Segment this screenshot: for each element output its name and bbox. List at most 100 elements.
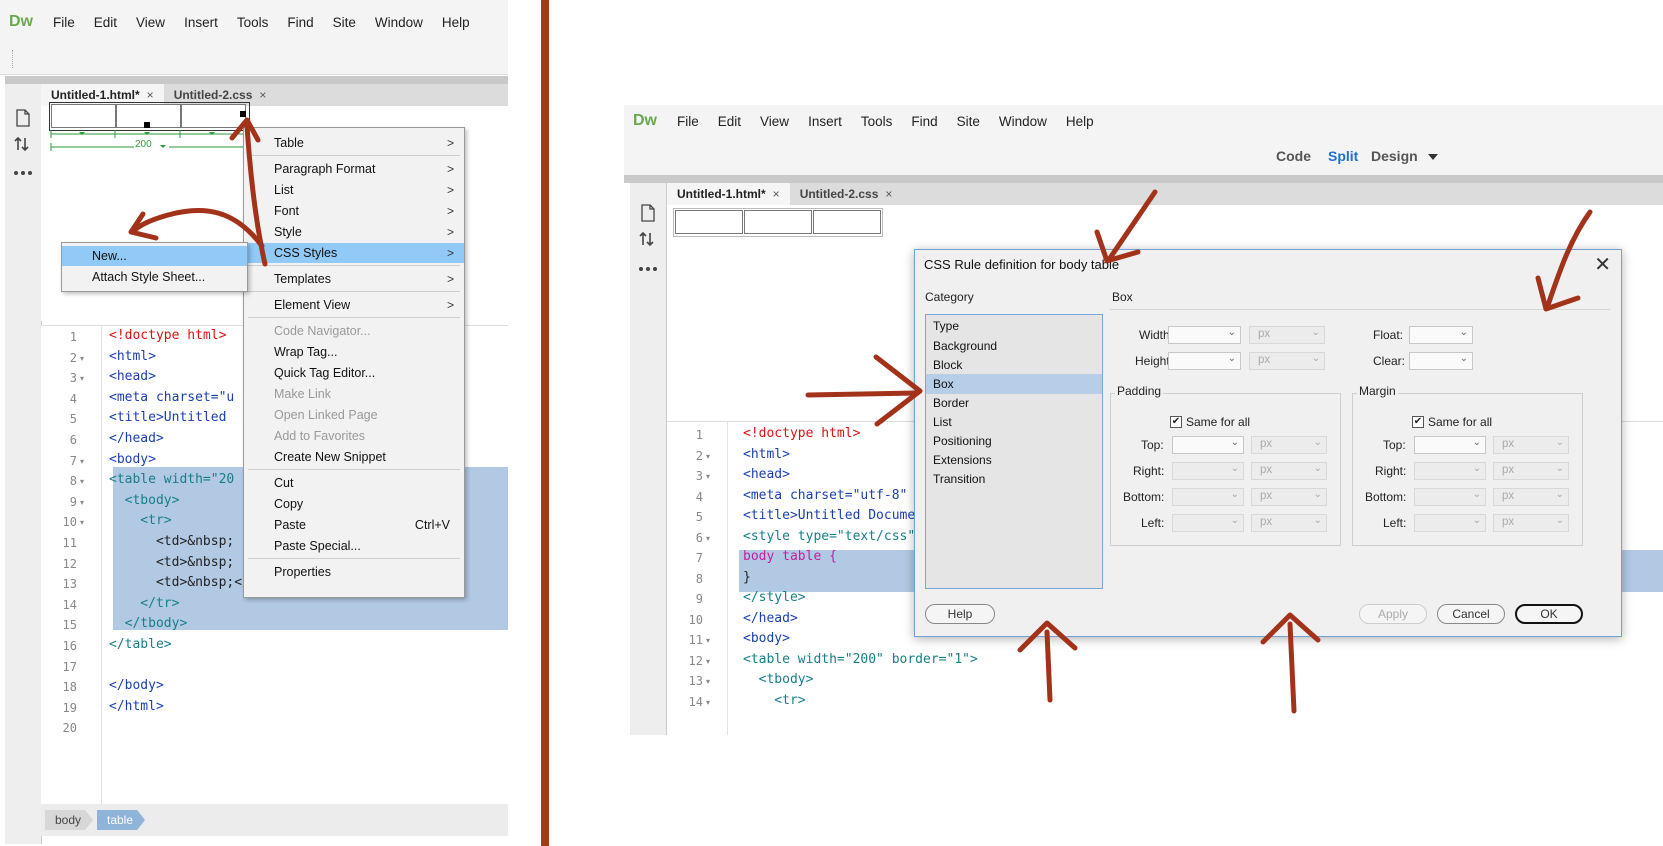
- menu-edit[interactable]: Edit: [94, 15, 117, 30]
- close-icon[interactable]: ×: [885, 183, 892, 205]
- table-cell[interactable]: [813, 210, 881, 234]
- table-cell[interactable]: [181, 104, 246, 128]
- fold-toggle-icon[interactable]: ▾: [706, 534, 710, 543]
- code-view-button[interactable]: Code: [1276, 148, 1311, 164]
- menu-item-table[interactable]: Table >: [244, 133, 464, 153]
- category-transition[interactable]: Transition: [926, 469, 1102, 489]
- more-icon[interactable]: [12, 168, 34, 178]
- menu-edit[interactable]: Edit: [718, 114, 741, 129]
- design-view-button[interactable]: Design: [1371, 148, 1418, 164]
- fold-toggle-icon[interactable]: ▾: [706, 698, 710, 707]
- category-list[interactable]: List: [926, 412, 1102, 432]
- fold-toggle-icon[interactable]: ▾: [80, 498, 84, 507]
- clear-select[interactable]: ⌄: [1409, 352, 1473, 370]
- menu-view[interactable]: View: [136, 15, 165, 30]
- menu-item-style[interactable]: Style >: [244, 222, 464, 242]
- ok-button[interactable]: OK: [1515, 604, 1583, 624]
- menu-view[interactable]: View: [760, 114, 789, 129]
- menu-item-cut[interactable]: Cut: [244, 473, 464, 493]
- menu-file[interactable]: File: [677, 114, 699, 129]
- fold-toggle-icon[interactable]: ▾: [706, 636, 710, 645]
- code-line: <td>&nbsp;: [109, 534, 235, 549]
- margin-same-checkbox[interactable]: ✔: [1412, 416, 1424, 428]
- menu-item-create-new-snippet[interactable]: Create New Snippet: [244, 447, 464, 467]
- category-box[interactable]: Box: [926, 374, 1102, 394]
- height-input[interactable]: ⌄: [1168, 352, 1241, 370]
- menu-item-element-view[interactable]: Element View >: [244, 295, 464, 315]
- tag-table[interactable]: table: [97, 810, 145, 830]
- fold-toggle-icon[interactable]: ▾: [706, 677, 710, 686]
- menu-insert[interactable]: Insert: [184, 15, 218, 30]
- file-transfer-icon[interactable]: [638, 229, 660, 249]
- padding-top-input[interactable]: ⌄: [1172, 436, 1244, 454]
- resize-handle[interactable]: [240, 111, 246, 117]
- toolbar-grip[interactable]: [12, 50, 15, 68]
- menu-site[interactable]: Site: [333, 15, 356, 30]
- fold-toggle-icon[interactable]: ▾: [706, 452, 710, 461]
- menu-insert[interactable]: Insert: [808, 114, 842, 129]
- tag-body[interactable]: body: [45, 810, 93, 830]
- category-type[interactable]: Type: [926, 316, 1102, 336]
- menu-item-templates[interactable]: Templates >: [244, 269, 464, 289]
- category-extensions[interactable]: Extensions: [926, 450, 1102, 470]
- width-input[interactable]: ⌄: [1168, 326, 1241, 344]
- close-icon[interactable]: ✕: [1594, 252, 1611, 277]
- close-icon[interactable]: ×: [259, 84, 266, 106]
- margin-top-input[interactable]: ⌄: [1414, 436, 1486, 454]
- menu-item-wrap-tag[interactable]: Wrap Tag...: [244, 342, 464, 362]
- line-number: 1: [69, 330, 77, 344]
- menu-item-paste-special[interactable]: Paste Special...: [244, 536, 464, 556]
- menu-item-list[interactable]: List >: [244, 180, 464, 200]
- more-icon[interactable]: [637, 264, 659, 274]
- code-line: <!doctype html>: [109, 328, 227, 343]
- menu-item-quick-tag-editor[interactable]: Quick Tag Editor...: [244, 363, 464, 383]
- category-block[interactable]: Block: [926, 355, 1102, 375]
- category-background[interactable]: Background: [926, 336, 1102, 356]
- tab-untitled-2[interactable]: Untitled-2.css ×: [790, 183, 903, 205]
- chevron-down-icon[interactable]: [1427, 153, 1439, 161]
- menu-file[interactable]: File: [53, 15, 75, 30]
- fold-toggle-icon[interactable]: ▾: [80, 457, 84, 466]
- fold-toggle-icon[interactable]: ▾: [706, 657, 710, 666]
- category-border[interactable]: Border: [926, 393, 1102, 413]
- split-view-button[interactable]: Split: [1328, 148, 1358, 164]
- category-positioning[interactable]: Positioning: [926, 431, 1102, 451]
- menu-tools[interactable]: Tools: [237, 15, 269, 30]
- new-document-icon[interactable]: [13, 108, 33, 128]
- menu-window[interactable]: Window: [375, 15, 423, 30]
- padding-same-checkbox[interactable]: ✔: [1170, 416, 1182, 428]
- fold-toggle-icon[interactable]: ▾: [706, 472, 710, 481]
- menu-item-css-styles[interactable]: CSS Styles >: [244, 243, 464, 263]
- menu-find[interactable]: Find: [911, 114, 937, 129]
- float-select[interactable]: ⌄: [1409, 326, 1473, 344]
- fold-toggle-icon[interactable]: ▾: [80, 374, 84, 383]
- menu-item-new[interactable]: New...: [62, 246, 247, 266]
- menu-help[interactable]: Help: [442, 15, 470, 30]
- divider: [248, 265, 460, 266]
- table-cell[interactable]: [51, 104, 116, 128]
- menu-find[interactable]: Find: [287, 15, 313, 30]
- help-button[interactable]: Help: [925, 604, 995, 624]
- fold-toggle-icon[interactable]: ▾: [80, 518, 84, 527]
- fold-toggle-icon[interactable]: ▾: [80, 477, 84, 486]
- menu-site[interactable]: Site: [957, 114, 980, 129]
- menu-window[interactable]: Window: [999, 114, 1047, 129]
- menu-item-font[interactable]: Font >: [244, 201, 464, 221]
- menu-tools[interactable]: Tools: [861, 114, 893, 129]
- table-cell[interactable]: [675, 210, 743, 234]
- new-document-icon[interactable]: [638, 203, 658, 223]
- code-line: <head>: [109, 369, 156, 385]
- menu-item-paste[interactable]: Paste Ctrl+V: [244, 515, 464, 535]
- close-icon[interactable]: ×: [773, 183, 780, 205]
- category-list[interactable]: Type Background Block Box Border List Po…: [925, 314, 1103, 589]
- menu-item-properties[interactable]: Properties: [244, 562, 464, 582]
- table-cell[interactable]: [744, 210, 812, 234]
- cancel-button[interactable]: Cancel: [1437, 604, 1505, 624]
- menu-item-attach-style-sheet[interactable]: Attach Style Sheet...: [62, 267, 247, 287]
- menu-help[interactable]: Help: [1066, 114, 1094, 129]
- fold-toggle-icon[interactable]: ▾: [80, 354, 84, 363]
- menu-item-paragraph-format[interactable]: Paragraph Format >: [244, 159, 464, 179]
- menu-item-copy[interactable]: Copy: [244, 494, 464, 514]
- tab-untitled-1[interactable]: Untitled-1.html* ×: [667, 183, 790, 205]
- file-transfer-icon[interactable]: [13, 134, 35, 154]
